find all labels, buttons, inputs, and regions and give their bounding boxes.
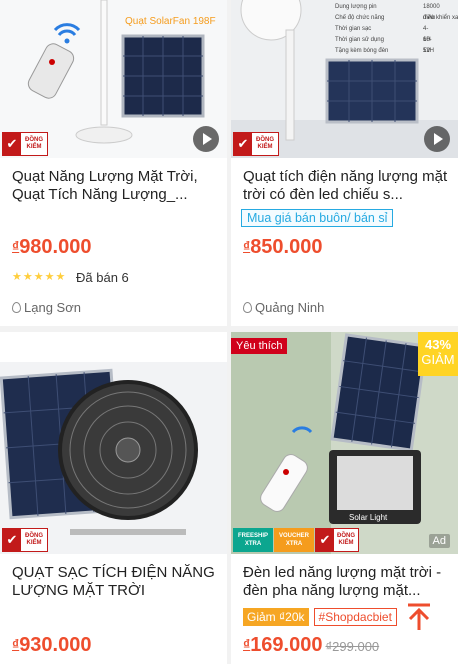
play-video-icon[interactable]	[193, 126, 219, 152]
price-value: 980.000	[19, 236, 92, 258]
location-text: Quảng Ninh	[255, 300, 325, 315]
verified-label: ĐỒNG KIỂM	[25, 533, 43, 546]
check-icon: ✔	[3, 133, 21, 155]
verified-badge: ✔ ĐỒNG KIỂM	[2, 132, 48, 156]
location-pin-icon	[12, 302, 21, 313]
image-caption: Quạt SolarFan 198F	[125, 16, 216, 27]
product-card[interactable]: ✔ ĐỒNG KIỂM QUẠT SẠC TÍCH ĐIỆN NĂNG LƯỢN…	[0, 332, 227, 664]
promo-chips: Giảm ₫20k #Shopdacbiet	[243, 608, 397, 626]
ad-label: Ad	[428, 534, 450, 548]
product-price: ₫850.000	[243, 236, 322, 259]
spec-row: Thời gian sử dụng 10-12H	[335, 37, 435, 54]
discount-chip: Giảm ₫20k	[243, 608, 309, 626]
spec-list: Dung lượng pin 18000 mAh Chế độ chức năn…	[335, 2, 458, 57]
discount-badge: 43% GIẢM	[418, 332, 458, 376]
seller-location: Lạng Sơn	[12, 300, 81, 315]
product-title[interactable]: Đèn led năng lượng mặt trời - đèn pha nă…	[243, 564, 448, 600]
check-icon: ✔	[316, 529, 334, 551]
spec-row: Dung lượng pin 18000 mAh	[335, 4, 440, 21]
play-video-icon[interactable]	[424, 126, 450, 152]
product-image[interactable]: Dung lượng pin 18000 mAh Chế độ chức năn…	[231, 0, 458, 158]
scroll-to-top-icon[interactable]	[404, 602, 434, 632]
wholesale-label: Mua giá bán buôn/ bán sỉ	[241, 209, 394, 227]
product-price: ₫980.000	[12, 236, 91, 259]
product-title[interactable]: QUẠT SẠC TÍCH ĐIỆN NĂNG LƯỢNG MẶT TRỜI	[12, 564, 217, 600]
product-price: ₫169.000 ₫299.000	[243, 634, 379, 657]
lamp-brand-text: Solar Light	[349, 513, 388, 522]
discount-label: GIẢM	[421, 352, 455, 367]
product-grid: Quạt SolarFan 198F ✔ ĐỒNG KIỂM Quạt Năng…	[0, 0, 458, 664]
promo-badges: FREESHIP XTRA VOUCHER XTRA ✔ ĐỒNG KIỂM	[233, 528, 359, 552]
product-title[interactable]: Quạt tích điện năng lượng mặt trời có đè…	[243, 168, 448, 204]
old-price: ₫299.000	[325, 639, 380, 654]
product-image[interactable]: Quạt SolarFan 198F ✔ ĐỒNG KIỂM	[0, 0, 227, 158]
rating-stars: ★★★★★	[12, 271, 67, 283]
spec-row: Thời gian sạc 4-6H	[335, 26, 431, 43]
verified-label: ĐỒNG KIỂM	[256, 137, 274, 150]
price-value: 169.000	[250, 634, 323, 656]
location-pin-icon	[243, 302, 252, 313]
product-card[interactable]: Dung lượng pin 18000 mAh Chế độ chức năn…	[231, 0, 458, 326]
voucher-badge: VOUCHER XTRA	[274, 528, 314, 552]
verified-badge: ✔ ĐỒNG KIỂM	[2, 528, 48, 552]
spec-row: Tặng kèm bóng đèn 5V	[335, 48, 431, 54]
product-image[interactable]: ✔ ĐỒNG KIỂM	[0, 332, 227, 554]
verified-label: ĐỒNG KIỂM	[337, 533, 355, 546]
check-icon: ✔	[3, 529, 21, 551]
verified-label: ĐỒNG KIỂM	[25, 137, 43, 150]
seller-location: Quảng Ninh	[243, 300, 324, 315]
check-icon: ✔	[234, 133, 252, 155]
discount-percent: 43%	[424, 337, 452, 352]
hashtag-chip: #Shopdacbiet	[313, 608, 397, 626]
product-card[interactable]: Quạt SolarFan 198F ✔ ĐỒNG KIỂM Quạt Năng…	[0, 0, 227, 326]
spec-row: Chế độ chức năng điều khiển xa, bằng tay	[335, 15, 458, 21]
price-value: 850.000	[250, 236, 323, 258]
freeship-badge: FREESHIP XTRA	[233, 528, 273, 552]
product-price: ₫930.000	[12, 634, 91, 657]
price-value: 930.000	[19, 634, 92, 656]
location-text: Lạng Sơn	[24, 300, 81, 315]
product-title[interactable]: Quạt Năng Lượng Mặt Trời, Quạt Tích Năng…	[12, 168, 217, 204]
verified-badge: ✔ ĐỒNG KIỂM	[315, 528, 359, 552]
verified-badge: ✔ ĐỒNG KIỂM	[233, 132, 279, 156]
favorite-label: Yêu thích	[231, 338, 288, 354]
sold-count: Đã bán 6	[76, 270, 129, 285]
desk-fan-image	[0, 332, 227, 554]
